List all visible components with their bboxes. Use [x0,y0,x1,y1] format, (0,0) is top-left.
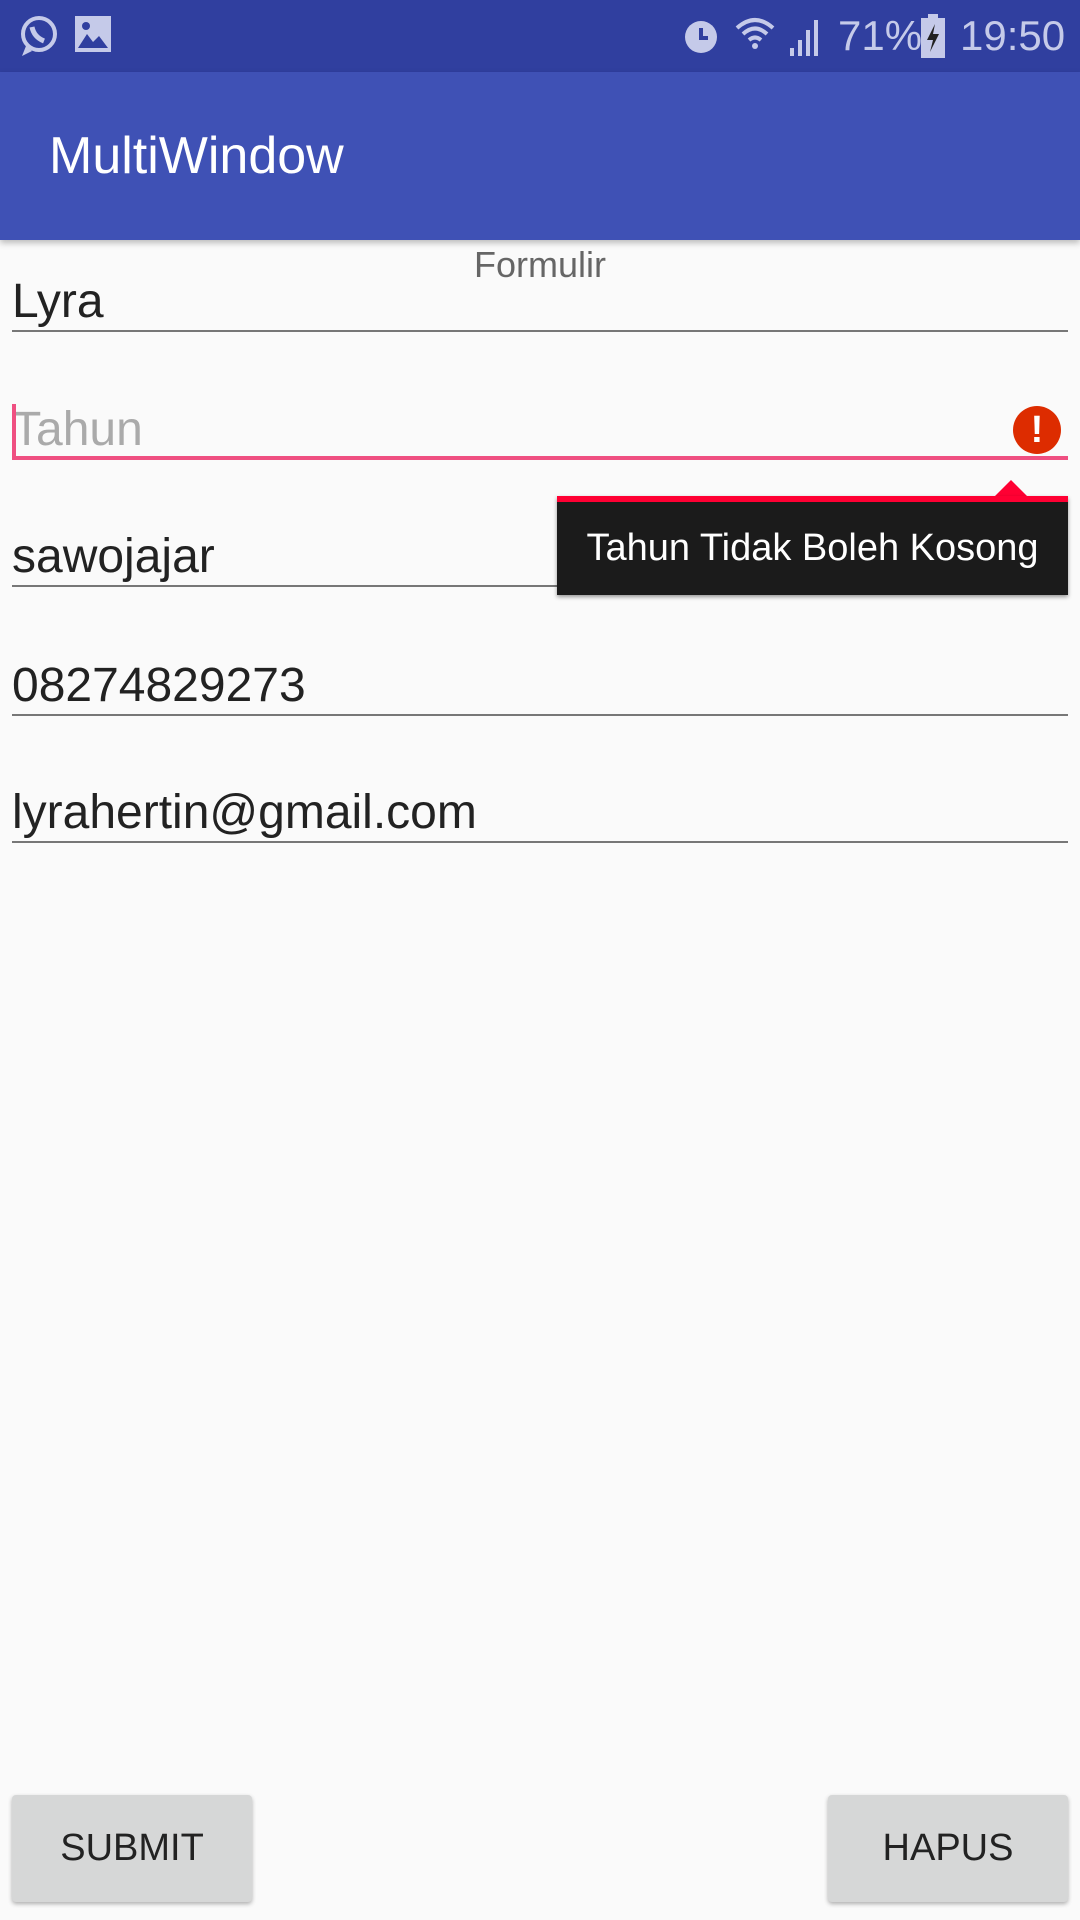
gallery-icon [75,16,111,52]
clock: 19:50 [960,12,1066,59]
whatsapp-icon [21,16,57,56]
app-title: MultiWindow [49,127,344,185]
text-cursor [12,404,16,456]
wifi-icon [735,18,775,49]
alarm-icon [685,21,717,53]
year-placeholder: Tahun [12,403,143,456]
signal-icon [790,20,818,56]
error-popup-arrow [995,480,1027,496]
error-popup: Tahun Tidak Boleh Kosong [557,496,1068,595]
error-icon: ! [1013,406,1061,454]
clear-button[interactable]: HAPUS [828,1795,1068,1902]
battery-charging-icon [921,14,945,58]
phone-input[interactable]: 08274829273 [12,656,1068,716]
year-input[interactable]: Tahun [12,400,1068,460]
name-input[interactable]: Lyra [12,272,1068,332]
app-bar: MultiWindow [0,72,1080,240]
email-input[interactable]: lyrahertin@gmail.com [12,783,1068,843]
battery-percent: 71% [838,12,923,59]
submit-button[interactable]: SUBMIT [12,1795,252,1902]
status-bar: 71% 19:50 [0,0,1080,72]
